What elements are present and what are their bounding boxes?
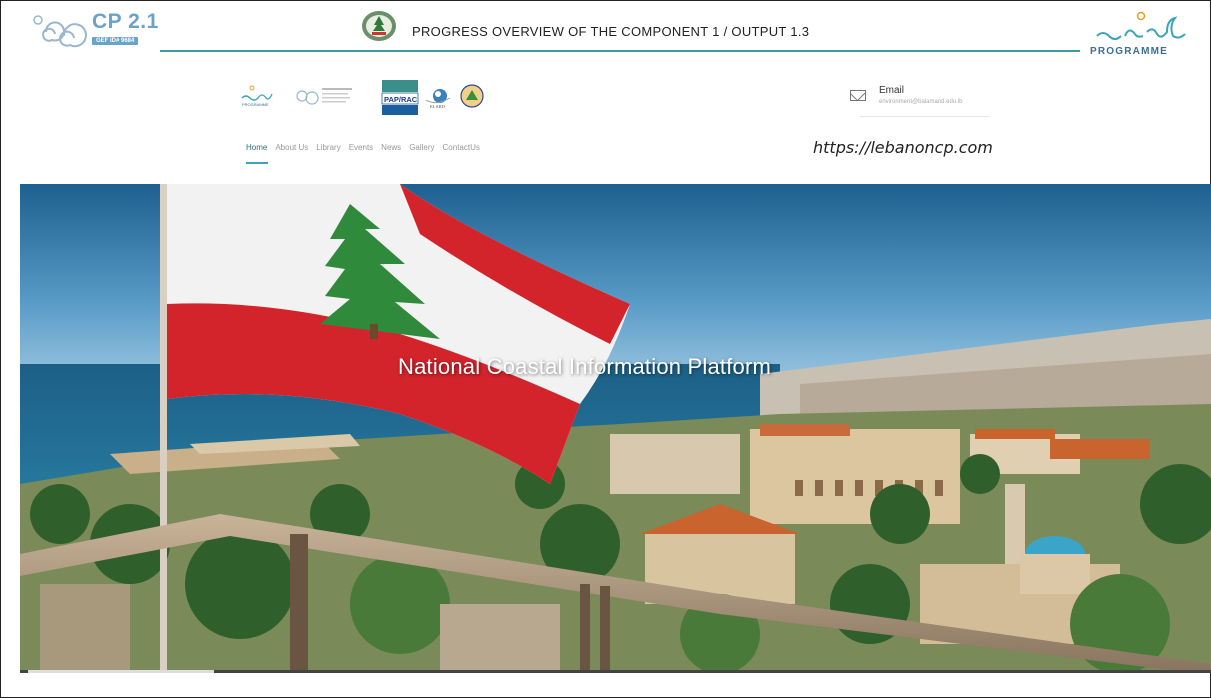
nav-library[interactable]: Library [316, 143, 340, 152]
pap-rac-logo: PAP/RAC [381, 80, 419, 115]
hero-banner: National Coastal Information Platform [20, 184, 1211, 670]
round-emblem-logo [460, 84, 484, 108]
spiral-icon [33, 15, 87, 48]
med-programme-label: PROGRAMME [1090, 46, 1169, 57]
svg-text:ELARD: ELARD [430, 104, 446, 109]
cp-logo-tag: GEF ID# 9684 [92, 37, 139, 45]
nav-active-indicator [246, 162, 268, 164]
email-address[interactable]: environment@balamand.edu.lb [879, 99, 962, 105]
svg-text:PAP/RAC: PAP/RAC [384, 95, 418, 104]
slide-title: PROGRESS OVERVIEW OF THE COMPONENT 1 / O… [412, 24, 810, 39]
ministry-emblem-icon [362, 11, 396, 41]
svg-text:PROGRAMME: PROGRAMME [242, 102, 269, 107]
hero-title: National Coastal Information Platform [398, 354, 772, 379]
hero-slider-indicator[interactable] [20, 670, 1211, 673]
header-divider [160, 50, 1080, 52]
cp-logo-text: CP 2.1 [92, 10, 159, 33]
partner-logos: PROGRAMME PAP/RAC ELARD [241, 80, 484, 115]
med-programme-small-logo: PROGRAMME [241, 85, 273, 107]
nav-home[interactable]: Home [246, 143, 267, 152]
nav-contact-us[interactable]: ContactUs [443, 143, 480, 152]
elard-logo: ELARD [425, 89, 451, 109]
email-icon [850, 90, 866, 101]
header-separator [860, 116, 990, 117]
nav-about-us[interactable]: About Us [275, 143, 308, 152]
nav-news[interactable]: News [381, 143, 401, 152]
main-nav: Home About Us Library Events News Galler… [246, 143, 480, 152]
nav-events[interactable]: Events [349, 143, 373, 152]
lebanon-flag-coast-photo [20, 184, 1211, 670]
nav-gallery[interactable]: Gallery [409, 143, 434, 152]
cp21-small-logo [296, 88, 352, 105]
email-label: Email [879, 85, 905, 96]
site-url: https://lebanoncp.com [813, 138, 993, 157]
